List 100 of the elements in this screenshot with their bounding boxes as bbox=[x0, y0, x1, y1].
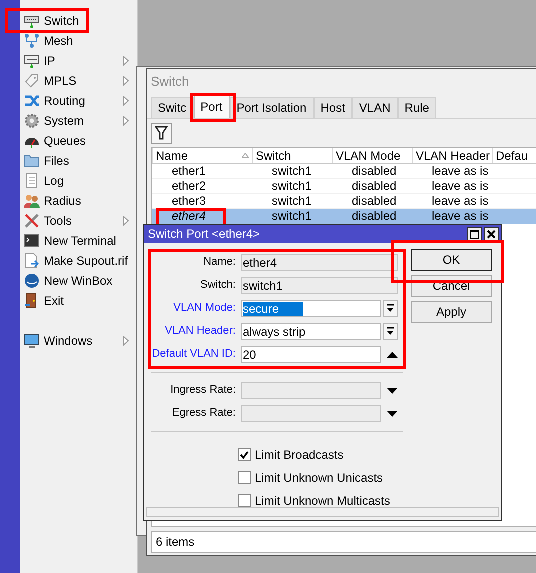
menu-item[interactable]: Switch bbox=[20, 11, 137, 31]
menu-item[interactable]: Tools bbox=[20, 211, 137, 231]
header-label: Defau bbox=[496, 148, 530, 164]
menu-label: Switch bbox=[44, 13, 80, 30]
menu-item[interactable]: IP bbox=[20, 51, 137, 71]
tab[interactable]: Switc bbox=[151, 97, 194, 118]
header-label: Switch bbox=[256, 148, 292, 164]
input-field[interactable]: always strip bbox=[241, 323, 381, 340]
tab[interactable]: VLAN bbox=[352, 97, 398, 118]
table-cell: disabled bbox=[352, 194, 397, 208]
table-row[interactable]: ether4 switch1 disabled leave as is bbox=[152, 209, 536, 224]
checkbox[interactable] bbox=[238, 448, 251, 461]
column-header[interactable]: Defau bbox=[493, 148, 536, 163]
window-title: Switch bbox=[151, 73, 190, 92]
input-field[interactable]: ether4 bbox=[241, 254, 398, 271]
dropdown-button[interactable] bbox=[383, 323, 398, 340]
menu-label: Routing bbox=[44, 93, 86, 110]
menu-item[interactable]: Log bbox=[20, 171, 137, 191]
column-header[interactable]: Switch bbox=[253, 148, 333, 163]
field-label: Name: bbox=[202, 255, 236, 270]
field-label: Egress Rate: bbox=[171, 406, 236, 422]
checkbox-label: Limit Broadcasts bbox=[255, 446, 344, 464]
table-row[interactable]: ether2 switch1 disabled leave as is bbox=[152, 179, 536, 194]
menu-label: Files bbox=[44, 153, 70, 170]
menu-item[interactable]: Radius bbox=[20, 191, 137, 211]
input-field[interactable]: switch1 bbox=[241, 277, 398, 294]
filter-button[interactable] bbox=[151, 122, 172, 144]
menu-label: System bbox=[44, 113, 86, 130]
up-arrow-icon bbox=[387, 352, 398, 358]
dialog-button[interactable]: OK bbox=[411, 249, 492, 271]
tools-icon bbox=[24, 213, 40, 229]
menu-label: Queues bbox=[44, 133, 88, 150]
table-cell: leave as is bbox=[432, 209, 489, 223]
table-cell: switch1 bbox=[272, 164, 312, 178]
table-cell: ether4 bbox=[172, 209, 206, 223]
input-field[interactable] bbox=[241, 382, 381, 399]
table-cell: ether3 bbox=[172, 194, 206, 208]
checkbox[interactable] bbox=[238, 471, 251, 484]
menu-item[interactable]: Make Supout.rif bbox=[20, 251, 137, 271]
status-text: 6 items bbox=[156, 534, 195, 551]
menu-item[interactable]: System bbox=[20, 111, 137, 131]
column-header[interactable]: VLAN Mode bbox=[333, 148, 413, 163]
header-label: VLAN Mode bbox=[336, 148, 402, 164]
table-cell: leave as is bbox=[432, 164, 489, 178]
annotation-frame bbox=[156, 208, 226, 224]
menu-item[interactable]: Routing bbox=[20, 91, 137, 111]
menu-item[interactable]: Windows bbox=[20, 331, 137, 351]
folder-icon bbox=[24, 153, 40, 169]
menu-label: Mesh bbox=[44, 33, 74, 50]
menu-item[interactable]: Exit bbox=[20, 291, 137, 311]
dialog-button[interactable]: Apply bbox=[411, 301, 492, 323]
globe-icon bbox=[24, 273, 40, 289]
maximize-button[interactable] bbox=[467, 226, 482, 242]
table-cell: leave as is bbox=[432, 179, 489, 193]
table-cell: disabled bbox=[352, 179, 397, 193]
gear-icon bbox=[24, 113, 40, 129]
menu-item[interactable]: Files bbox=[20, 151, 137, 171]
menu-label: MPLS bbox=[44, 73, 78, 90]
table-cell: switch1 bbox=[272, 194, 312, 208]
menu-item[interactable]: New Terminal bbox=[20, 231, 137, 251]
table-cell: switch1 bbox=[272, 179, 312, 193]
menu-item[interactable]: Mesh bbox=[20, 31, 137, 51]
table-cell: leave as is bbox=[432, 194, 489, 208]
menu-label: Make Supout.rif bbox=[44, 253, 129, 270]
input-field[interactable] bbox=[241, 405, 381, 422]
file-export-icon bbox=[24, 253, 40, 269]
menu-label: Tools bbox=[44, 213, 74, 230]
terminal-icon bbox=[24, 233, 40, 249]
ip-icon bbox=[24, 53, 40, 69]
input-field[interactable]: secure bbox=[241, 300, 381, 317]
maximize-icon bbox=[470, 230, 479, 238]
field-label: Ingress Rate: bbox=[170, 383, 236, 398]
tab[interactable]: Rule bbox=[398, 97, 436, 118]
table-row[interactable]: ether1 switch1 disabled leave as is bbox=[152, 164, 536, 179]
table-cell: ether1 bbox=[172, 164, 206, 178]
down-arrow-icon bbox=[387, 410, 398, 416]
table-cell: ether2 bbox=[172, 179, 206, 193]
input-field[interactable]: 20 bbox=[241, 346, 381, 363]
table-cell: disabled bbox=[352, 209, 397, 223]
annotation-frame bbox=[190, 93, 236, 122]
header-label: Name bbox=[156, 148, 190, 164]
menu-label: Windows bbox=[44, 333, 94, 350]
tab[interactable]: Port Isolation bbox=[230, 97, 314, 118]
menu-label: IP bbox=[44, 53, 56, 70]
checkbox-label: Limit Unknown Multicasts bbox=[255, 492, 390, 510]
menu-item[interactable]: New WinBox bbox=[20, 271, 137, 291]
people-icon bbox=[24, 193, 40, 209]
dropdown-button[interactable] bbox=[383, 300, 398, 317]
checkbox[interactable] bbox=[238, 494, 251, 507]
down-arrow-icon bbox=[387, 388, 398, 394]
menu-item[interactable]: Queues bbox=[20, 131, 137, 151]
menu-item[interactable]: MPLS bbox=[20, 71, 137, 91]
field-label: Switch: bbox=[200, 278, 236, 294]
close-button[interactable] bbox=[484, 226, 499, 242]
tab[interactable]: Host bbox=[314, 97, 352, 118]
table-cell: switch1 bbox=[272, 209, 312, 223]
column-header[interactable]: Name bbox=[153, 148, 253, 163]
dropdown-arrow-icon bbox=[386, 304, 395, 313]
table-cell: disabled bbox=[352, 164, 397, 178]
dialog-title: Switch Port <ether4> bbox=[148, 226, 262, 243]
